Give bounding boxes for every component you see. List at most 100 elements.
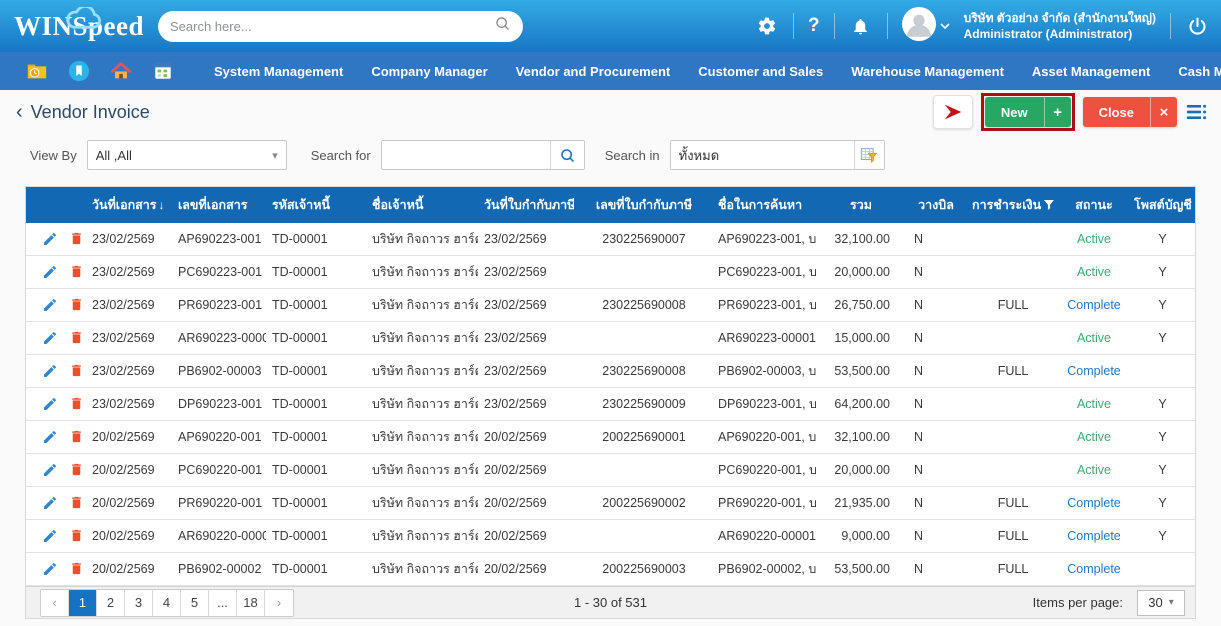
cell-status[interactable]: Active [1058, 256, 1128, 289]
delete-trash-icon[interactable] [69, 528, 84, 544]
delete-trash-icon[interactable] [69, 429, 84, 445]
delete-trash-icon[interactable] [69, 495, 84, 511]
table-row[interactable]: 23/02/2569 PC690223-001 TD-00001 บริษัท … [26, 256, 1195, 289]
delete-trash-icon[interactable] [69, 264, 84, 280]
pager-page-18[interactable]: 18 [237, 590, 265, 616]
cell-tax-date: 23/02/2569 [478, 355, 574, 388]
menu-item[interactable]: System Management [214, 64, 343, 79]
cell-status[interactable]: Active [1058, 223, 1128, 256]
edit-pencil-icon[interactable] [42, 429, 58, 445]
view-by-select[interactable]: All ,All ▾ [87, 140, 287, 170]
header-search-name[interactable]: ชื่อในการค้นหา [712, 187, 816, 223]
table-row[interactable]: 20/02/2569 PC690220-001 TD-00001 บริษัท … [26, 454, 1195, 487]
header-vendor-code[interactable]: รหัสเจ้าหนี้ [266, 187, 366, 223]
items-per-page-select[interactable]: 30 ▾ [1137, 590, 1185, 616]
close-button[interactable]: Close × [1083, 97, 1177, 127]
cell-doc-no: AR690223-00001 [172, 322, 266, 355]
cell-status[interactable]: Complete [1058, 553, 1128, 586]
search-for-button[interactable] [550, 141, 584, 169]
header-tax-date[interactable]: วันที่ใบกำกับภาษี [478, 187, 574, 223]
cell-status[interactable]: Active [1058, 388, 1128, 421]
delete-trash-icon[interactable] [69, 330, 84, 346]
cell-status[interactable]: Active [1058, 322, 1128, 355]
global-search-input[interactable] [170, 19, 494, 34]
search-for-input[interactable] [382, 141, 550, 169]
header-vendor-name[interactable]: ชื่อเจ้าหนี้ [366, 187, 478, 223]
table-row[interactable]: 23/02/2569 AP690223-001 TD-00001 บริษัท … [26, 223, 1195, 256]
edit-pencil-icon[interactable] [42, 264, 58, 280]
delete-trash-icon[interactable] [69, 561, 84, 577]
table-row[interactable]: 20/02/2569 AP690220-001 TD-00001 บริษัท … [26, 421, 1195, 454]
table-row[interactable]: 23/02/2569 PB6902-00003 TD-00001 บริษัท … [26, 355, 1195, 388]
delete-trash-icon[interactable] [69, 462, 84, 478]
edit-pencil-icon[interactable] [42, 528, 58, 544]
menu-item[interactable]: Asset Management [1032, 64, 1150, 79]
pager-next-button[interactable]: › [265, 590, 293, 616]
help-icon[interactable]: ? [808, 15, 820, 37]
calendar-planner-icon[interactable] [152, 60, 174, 82]
pager-page-1[interactable]: 1 [69, 590, 97, 616]
recent-folder-icon[interactable] [26, 60, 48, 82]
back-chevron-icon[interactable]: ‹ [16, 102, 23, 122]
edit-pencil-icon[interactable] [42, 396, 58, 412]
table-row[interactable]: 20/02/2569 AR690220-00001 TD-00001 บริษั… [26, 520, 1195, 553]
menu-item[interactable]: Cash Management [1178, 64, 1221, 79]
delete-trash-icon[interactable] [69, 231, 84, 247]
edit-pencil-icon[interactable] [42, 561, 58, 577]
header-tax-no[interactable]: เลขที่ใบกำกับภาษี [574, 187, 712, 223]
menu-item[interactable]: Customer and Sales [698, 64, 823, 79]
header-billing[interactable]: วางบิล [904, 187, 966, 223]
new-button[interactable]: New + [985, 97, 1071, 127]
global-search[interactable] [158, 11, 523, 42]
search-icon[interactable] [494, 15, 511, 37]
pager-page-4[interactable]: 4 [153, 590, 181, 616]
cell-status[interactable]: Active [1058, 454, 1128, 487]
cell-status[interactable]: Complete [1058, 520, 1128, 553]
header-doc-no[interactable]: เลขที่เอกสาร [172, 187, 266, 223]
pager-ellipsis[interactable]: ... [209, 590, 237, 616]
search-in-input[interactable] [671, 141, 854, 169]
menu-item[interactable]: Company Manager [371, 64, 487, 79]
brand-logo[interactable]: WINSpeed [0, 11, 150, 42]
header-total[interactable]: รวม [816, 187, 904, 223]
cell-status[interactable]: Active [1058, 421, 1128, 454]
edit-pencil-icon[interactable] [42, 231, 58, 247]
menu-item[interactable]: Vendor and Procurement [516, 64, 671, 79]
notifications-bell-icon[interactable] [849, 14, 873, 38]
header-status[interactable]: สถานะ [1058, 187, 1128, 223]
header-payment[interactable]: การชำระเงิน [966, 187, 1058, 223]
cell-status[interactable]: Complete [1058, 487, 1128, 520]
pager-prev-button[interactable]: ‹ [41, 590, 69, 616]
edit-pencil-icon[interactable] [42, 330, 58, 346]
pager-page-3[interactable]: 3 [125, 590, 153, 616]
menu-item[interactable]: Warehouse Management [851, 64, 1004, 79]
settings-gear-icon[interactable] [755, 14, 779, 38]
list-menu-icon[interactable] [1185, 100, 1209, 124]
header-doc-date[interactable]: วันที่เอกสาร↓ [86, 187, 172, 223]
edit-pencil-icon[interactable] [42, 462, 58, 478]
cell-tax-no: 230225690007 [574, 223, 712, 256]
edit-pencil-icon[interactable] [42, 297, 58, 313]
edit-pencil-icon[interactable] [42, 363, 58, 379]
delete-trash-icon[interactable] [69, 297, 84, 313]
cell-posted: Y [1128, 487, 1195, 520]
logout-power-icon[interactable] [1185, 14, 1209, 38]
table-row[interactable]: 23/02/2569 AR690223-00001 TD-00001 บริษั… [26, 322, 1195, 355]
user-menu[interactable] [902, 7, 950, 46]
table-row[interactable]: 23/02/2569 PR690223-001 TD-00001 บริษัท … [26, 289, 1195, 322]
column-filter-icon[interactable] [854, 141, 884, 169]
table-row[interactable]: 23/02/2569 DP690223-001 TD-00001 บริษัท … [26, 388, 1195, 421]
table-row[interactable]: 20/02/2569 PB6902-00002 TD-00001 บริษัท … [26, 553, 1195, 586]
table-row[interactable]: 20/02/2569 PR690220-001 TD-00001 บริษัท … [26, 487, 1195, 520]
home-icon[interactable] [110, 60, 132, 82]
cell-status[interactable]: Complete [1058, 355, 1128, 388]
cell-tax-date: 20/02/2569 [478, 487, 574, 520]
cell-status[interactable]: Complete [1058, 289, 1128, 322]
delete-trash-icon[interactable] [69, 396, 84, 412]
header-posted[interactable]: โพสต์บัญชี [1128, 187, 1195, 223]
pager-page-2[interactable]: 2 [97, 590, 125, 616]
delete-trash-icon[interactable] [69, 363, 84, 379]
bookmark-icon[interactable] [68, 60, 90, 82]
edit-pencil-icon[interactable] [42, 495, 58, 511]
pager-page-5[interactable]: 5 [181, 590, 209, 616]
